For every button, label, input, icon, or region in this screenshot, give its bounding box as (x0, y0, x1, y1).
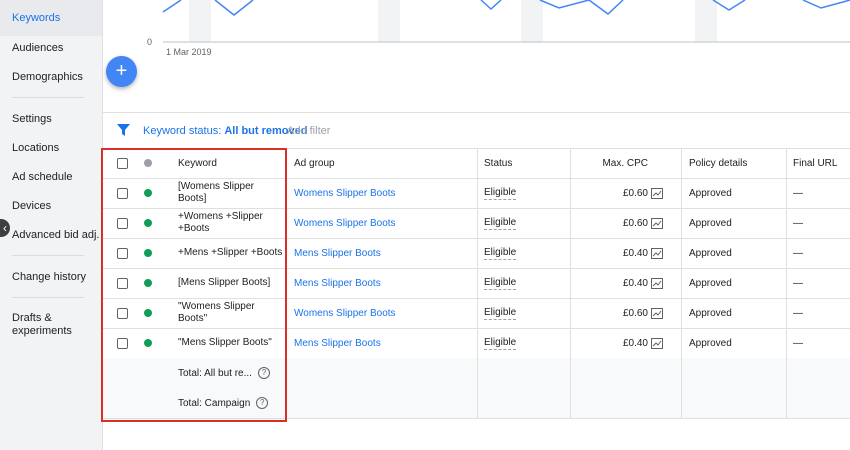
chart-series-line (712, 0, 746, 11)
sidebar-item-change-history[interactable]: Change history (0, 271, 102, 284)
ad-group-link[interactable]: Womens Slipper Boots (294, 188, 396, 199)
status-value[interactable]: Eligible (484, 337, 517, 350)
sidebar-item-devices[interactable]: Devices (0, 200, 102, 213)
final-url-value: — (793, 277, 803, 289)
policy-value: Approved (689, 217, 732, 229)
column-header-final-url[interactable]: Final URL (793, 148, 837, 178)
sidebar-item-audiences[interactable]: Audiences (0, 42, 102, 55)
status-value[interactable]: Eligible (484, 247, 517, 260)
chart-svg (162, 0, 850, 43)
add-keyword-button[interactable]: + (106, 56, 137, 87)
sidebar-item-advanced-bid-adj[interactable]: Advanced bid adj. (0, 229, 102, 242)
keyword-status-filter[interactable]: Keyword status: All but removed (143, 125, 307, 137)
ad-group-link[interactable]: Womens Slipper Boots (294, 308, 396, 319)
column-header-policy-details[interactable]: Policy details (689, 148, 747, 178)
status-value[interactable]: Eligible (484, 307, 517, 320)
sidebar-item-locations[interactable]: Locations (0, 142, 102, 155)
final-url-value: — (793, 247, 803, 259)
sidebar: Keywords Audiences Demographics Settings… (0, 0, 103, 450)
plus-icon: + (115, 60, 128, 82)
max-cpc-value[interactable]: £0.60 (623, 188, 648, 199)
column-header-max-cpc[interactable]: Max. CPC (570, 148, 648, 178)
bid-chart-icon[interactable] (651, 217, 663, 229)
status-value[interactable]: Eligible (484, 187, 517, 200)
status-value[interactable]: Eligible (484, 277, 517, 290)
sidebar-divider (12, 297, 84, 298)
sidebar-item-keywords[interactable]: Keywords (0, 0, 102, 36)
chart-series-line (214, 0, 254, 16)
x-axis-date-label: 1 Mar 2019 (166, 47, 212, 57)
chart-series-line (162, 0, 182, 13)
chart-weekend-band (189, 0, 211, 42)
sidebar-item-drafts-experiments[interactable]: Drafts & experiments (0, 312, 102, 338)
final-url-value: — (793, 217, 803, 229)
sidebar-item-demographics[interactable]: Demographics (0, 71, 102, 84)
bid-chart-icon[interactable] (651, 187, 663, 199)
ad-group-link[interactable]: Womens Slipper Boots (294, 218, 396, 229)
filter-prefix: Keyword status: (143, 125, 225, 137)
add-filter-link[interactable]: Add filter (287, 125, 330, 137)
chart-series-line (539, 0, 624, 15)
sidebar-divider (12, 97, 84, 98)
chart-series-line (802, 0, 850, 9)
chart-weekend-band (695, 0, 717, 42)
column-header-ad-group[interactable]: Ad group (294, 148, 335, 178)
sidebar-divider (12, 255, 84, 256)
column-header-status[interactable]: Status (484, 148, 512, 178)
max-cpc-value[interactable]: £0.40 (623, 338, 648, 349)
ad-group-link[interactable]: Mens Slipper Boots (294, 278, 381, 289)
y-axis-zero-label: 0 (147, 37, 153, 47)
max-cpc-value[interactable]: £0.40 (623, 248, 648, 259)
final-url-value: — (793, 307, 803, 319)
policy-value: Approved (689, 337, 732, 349)
policy-value: Approved (689, 307, 732, 319)
chart-weekend-band (378, 0, 400, 42)
ad-group-link[interactable]: Mens Slipper Boots (294, 248, 381, 259)
final-url-value: — (793, 337, 803, 349)
bid-chart-icon[interactable] (651, 337, 663, 349)
chart-series-line (480, 0, 502, 11)
chart-weekend-band (521, 0, 543, 42)
max-cpc-value[interactable]: £0.60 (623, 218, 648, 229)
filter-bar: Keyword status: All but removed Add filt… (103, 113, 850, 149)
final-url-value: — (793, 187, 803, 199)
filter-icon[interactable] (117, 124, 130, 136)
ad-group-link[interactable]: Mens Slipper Boots (294, 338, 381, 349)
sidebar-item-settings[interactable]: Settings (0, 113, 102, 126)
max-cpc-value[interactable]: £0.40 (623, 278, 648, 289)
policy-value: Approved (689, 247, 732, 259)
performance-chart: 0 1 Mar 2019 + (103, 0, 850, 113)
status-value[interactable]: Eligible (484, 217, 517, 230)
highlight-box (101, 148, 287, 422)
max-cpc-value[interactable]: £0.60 (623, 308, 648, 319)
sidebar-item-ad-schedule[interactable]: Ad schedule (0, 171, 102, 184)
policy-value: Approved (689, 277, 732, 289)
bid-chart-icon[interactable] (651, 277, 663, 289)
bid-chart-icon[interactable] (651, 307, 663, 319)
bid-chart-icon[interactable] (651, 247, 663, 259)
policy-value: Approved (689, 187, 732, 199)
